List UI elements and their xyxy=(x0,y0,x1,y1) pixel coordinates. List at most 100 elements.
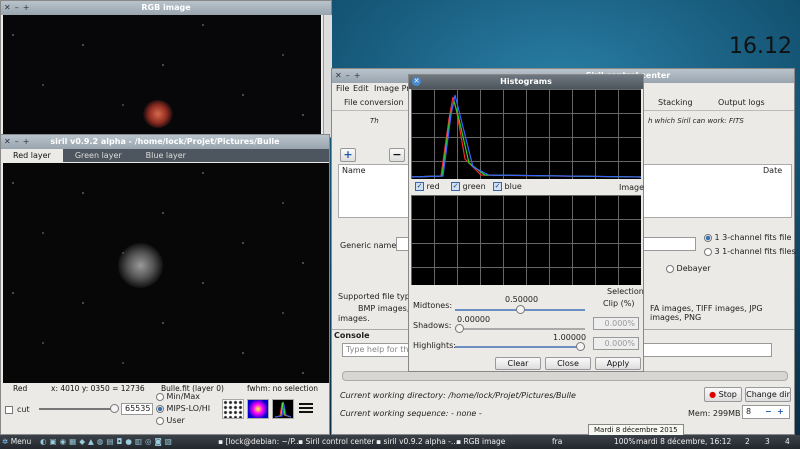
radio-debayer[interactable] xyxy=(666,264,674,273)
rgb-image-window: ✕–+ RGB image xyxy=(0,0,332,138)
histogram-titlebar[interactable]: ✕ Histograms xyxy=(409,75,643,89)
keyboard-layout[interactable]: fra xyxy=(552,435,562,449)
decrement-icon[interactable]: − xyxy=(765,406,772,418)
stop-button[interactable]: ● Stop xyxy=(704,387,742,402)
tab-file-conversion[interactable]: File conversion xyxy=(344,96,404,110)
fits-option-1channel[interactable]: 3 1-channel fits files xyxy=(704,247,796,256)
bubble-nebula-color xyxy=(143,100,173,128)
list-header-date[interactable]: Date xyxy=(763,166,782,175)
menu-list-icon[interactable] xyxy=(299,401,313,415)
siril-titlebar[interactable]: ✕–+ siril v0.9.2 alpha - /home/lock/Proj… xyxy=(1,135,329,149)
threads-spinner[interactable]: 8 − + xyxy=(742,405,790,419)
window-controls-icon[interactable]: ✕–+ xyxy=(335,69,364,83)
histogram-curves xyxy=(410,94,642,178)
histogram-icon[interactable] xyxy=(272,399,294,419)
desktop-clock: 16.12 xyxy=(729,34,792,59)
clear-button[interactable]: Clear xyxy=(495,357,541,370)
close-button[interactable]: Close xyxy=(545,357,591,370)
stop-icon: ● xyxy=(709,390,717,399)
bubble-nebula-gray xyxy=(118,243,163,288)
apply-button[interactable]: Apply xyxy=(595,357,641,370)
taskbar-menu[interactable]: ✲ Menu xyxy=(2,435,31,449)
layer-image-canvas[interactable] xyxy=(3,163,329,383)
debayer-option[interactable]: Debayer xyxy=(666,264,711,273)
check-green[interactable]: ✓ green xyxy=(451,182,486,191)
list-header-name[interactable]: Name xyxy=(342,166,366,175)
preview-colormap-icon[interactable] xyxy=(247,399,269,419)
selection-label: Selection xyxy=(607,287,644,296)
menu-file[interactable]: File xyxy=(336,83,349,95)
highlights-label: Highlights: xyxy=(413,341,456,350)
status-fwhm: fwhm: no selection xyxy=(247,384,319,393)
mode-mips[interactable]: MIPS-LO/HI xyxy=(156,404,226,416)
cut-slider-track xyxy=(39,408,117,410)
window-controls-icon[interactable]: ✕–+ xyxy=(4,135,33,149)
cut-value-field[interactable]: 65535 xyxy=(121,403,153,415)
cut-checkbox[interactable] xyxy=(5,406,13,414)
tab-green-layer[interactable]: Green layer xyxy=(63,149,134,162)
highlights-track xyxy=(455,346,585,348)
taskbar-clock[interactable]: mardi 8 décembre, 16:12 xyxy=(636,435,731,449)
display-mode-group: Min/Max MIPS-LO/HI User xyxy=(156,392,226,428)
task-rgb-image[interactable]: ▪ RGB image xyxy=(456,435,505,449)
check-blue[interactable]: ✓ blue xyxy=(493,182,522,191)
midtones-knob[interactable] xyxy=(515,305,525,314)
shadows-knob[interactable] xyxy=(455,324,464,333)
histogram-dialog: ✕ Histograms ✓ red ✓ green ✓ blue Image … xyxy=(408,74,644,372)
channel-checkboxes: ✓ red ✓ green ✓ blue Image xyxy=(413,181,645,193)
menu-edit[interactable]: Edit xyxy=(353,83,369,95)
highlights-knob[interactable] xyxy=(576,342,585,351)
tab-stacking[interactable]: Stacking xyxy=(658,96,693,110)
window-controls-icon[interactable]: ✕–+ xyxy=(4,1,33,15)
workspace-3[interactable]: 3 xyxy=(765,435,770,449)
highlights-slider[interactable] xyxy=(455,342,585,352)
radio-1channel[interactable] xyxy=(704,247,712,256)
taskbar: ✲ Menu ◐▣◉▦◆▲◍▤◘●▥◎◙▧ ▪ [lock@debian: ~/… xyxy=(0,435,800,449)
tab-red-layer[interactable]: Red layer xyxy=(1,149,63,162)
task-control-center[interactable]: ▪ Siril control center xyxy=(298,435,374,449)
status-coords: x: 4010 y: 0350 = 12736 xyxy=(51,384,145,393)
add-file-button[interactable]: + xyxy=(340,148,356,162)
clip-label: Clip (%) xyxy=(603,299,635,308)
midtones-slider[interactable] xyxy=(455,305,585,315)
fits-option-3channel[interactable]: 1 3-channel fits file xyxy=(704,233,791,242)
preview-negative-icon[interactable] xyxy=(222,399,244,419)
radio-user[interactable] xyxy=(156,416,164,425)
console-progress-bar xyxy=(342,371,788,381)
change-dir-button[interactable]: Change dir xyxy=(745,387,791,402)
radio-3channel[interactable] xyxy=(704,233,712,242)
rgb-title: RGB image xyxy=(141,3,191,12)
battery-indicator[interactable]: 100% xyxy=(614,435,635,449)
cut-slider[interactable] xyxy=(39,404,119,414)
shadows-track xyxy=(455,328,585,330)
mode-minmax[interactable]: Min/Max xyxy=(156,392,226,404)
workspace-4[interactable]: 4 xyxy=(785,435,790,449)
status-layer: Red xyxy=(13,384,28,393)
cut-slider-knob[interactable] xyxy=(110,404,119,413)
layer-tabs: Red layer Green layer Blue layer xyxy=(1,149,329,162)
midtones-value: 0.50000 xyxy=(505,295,539,304)
increment-icon[interactable]: + xyxy=(777,406,784,418)
cws-text: Current working sequence: - none - xyxy=(340,409,482,418)
launcher-icons[interactable]: ◐▣◉▦◆▲◍▤◘●▥◎◙▧ xyxy=(40,435,175,449)
rgb-image-canvas[interactable] xyxy=(3,15,321,137)
generic-name-input-right[interactable] xyxy=(642,237,696,251)
task-terminal[interactable]: ▪ [lock@debian: ~/P... xyxy=(218,435,301,449)
tab-blue-layer[interactable]: Blue layer xyxy=(134,149,198,162)
close-icon[interactable]: ✕ xyxy=(412,77,421,86)
tab-output-logs[interactable]: Output logs xyxy=(718,96,765,110)
shadows-label: Shadows: xyxy=(413,321,452,330)
rgb-titlebar[interactable]: ✕–+ RGB image xyxy=(1,1,331,15)
workspace-2[interactable]: 2 xyxy=(745,435,750,449)
task-siril-main[interactable]: ▪ siril v0.9.2 alpha -... xyxy=(376,435,458,449)
image-label: Image xyxy=(619,183,645,192)
siril-main-window: ✕–+ siril v0.9.2 alpha - /home/lock/Proj… xyxy=(0,134,330,435)
mode-user[interactable]: User xyxy=(156,416,226,428)
check-red[interactable]: ✓ red xyxy=(415,182,440,191)
supported-types-label: Supported file types xyxy=(338,292,419,301)
remove-file-button[interactable]: − xyxy=(389,148,405,162)
supported-types-line2: images. xyxy=(338,314,370,323)
radio-mips[interactable] xyxy=(156,404,164,413)
radio-minmax[interactable] xyxy=(156,392,164,401)
histogram-selection-plot xyxy=(411,195,641,285)
